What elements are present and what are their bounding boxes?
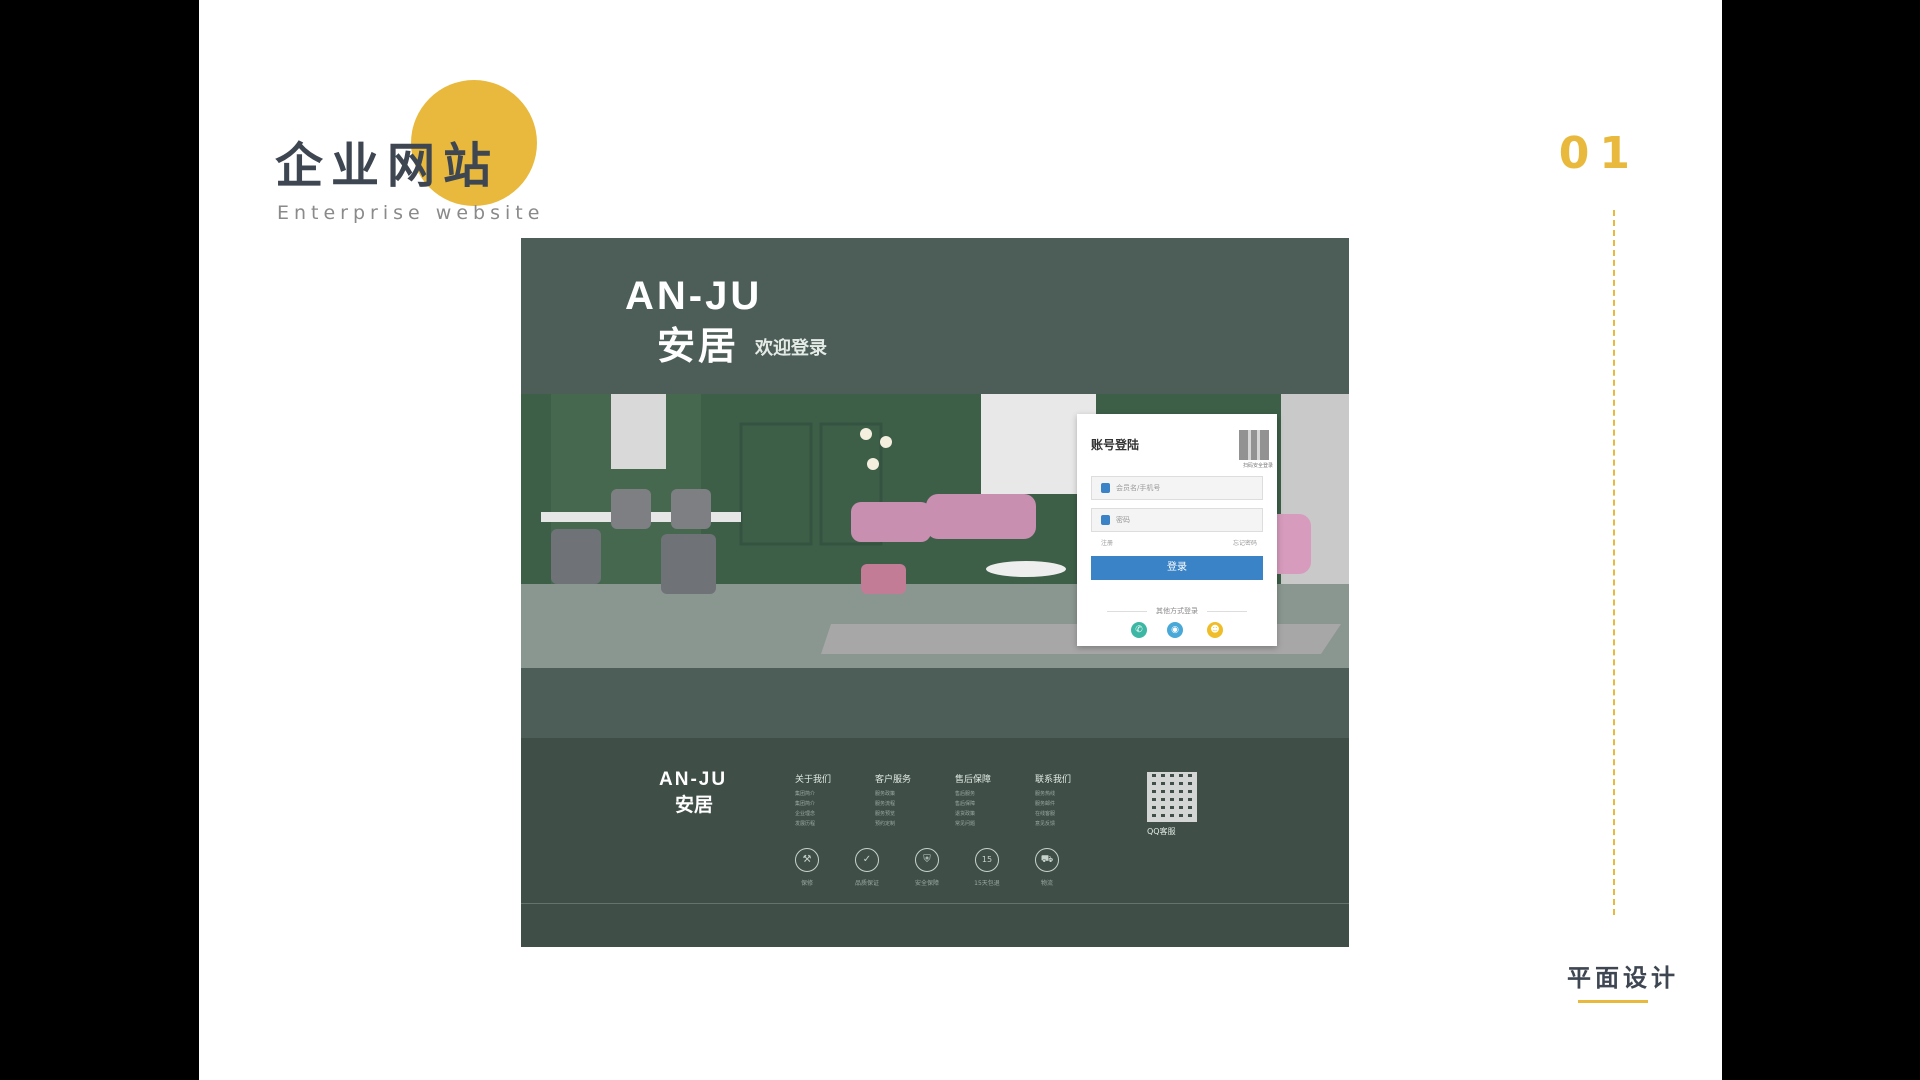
footer-column-title: 联系我们 <box>1035 775 1072 785</box>
footer-link[interactable]: 服务预览 <box>875 809 911 819</box>
password-placeholder: 密码 <box>1116 516 1130 524</box>
dashed-divider <box>1613 210 1615 915</box>
footer-link[interactable]: 退货政策 <box>955 809 991 819</box>
footer-link[interactable]: 服务政策 <box>875 789 911 799</box>
user-icon <box>1101 483 1110 493</box>
footer-link[interactable]: 企业理念 <box>795 809 831 819</box>
service-label: 安全保障 <box>914 880 939 887</box>
brand-logo-en[interactable]: AN-JU <box>625 274 762 319</box>
login-button[interactable]: 登录 <box>1091 556 1263 580</box>
service-label: 15天包退 <box>974 880 1000 887</box>
qr-caption: 扫码安全登录 <box>1242 463 1273 469</box>
username-placeholder: 会员名/手机号 <box>1116 484 1161 492</box>
mockup-footer: AN-JU 安居 关于我们 集团简介 集团简介 企业理念 发展历程 客户服务 服… <box>521 738 1349 947</box>
check-icon: ✓ <box>855 848 879 872</box>
lock-icon: ⛨ <box>915 848 939 872</box>
category-label: 平面设计 <box>1567 964 1679 992</box>
footer-column: 售后保障 售后服务 售后保障 退货政策 常见问题 <box>955 772 991 829</box>
login-title: 账号登陆 <box>1091 438 1140 452</box>
register-link[interactable]: 注册 <box>1101 538 1113 547</box>
category-underline <box>1578 1000 1648 1003</box>
service-label: 品质保证 <box>854 880 879 887</box>
welcome-text: 欢迎登录 <box>755 338 827 359</box>
login-panel: 账号登陆 扫码安全登录 会员名/手机号 密码 注册 忘记密码 登录 其他方式登录… <box>1077 414 1277 646</box>
brand-logo-cn[interactable]: 安居 <box>657 315 739 370</box>
footer-link[interactable]: 发展历程 <box>795 819 831 829</box>
service-label: 保修 <box>800 880 813 887</box>
slide: 企业网站 Enterprise website 01 平面设计 AN-JU 安居… <box>199 0 1722 1080</box>
footer-column-title: 客户服务 <box>875 775 912 785</box>
wechat-icon[interactable]: ✆ <box>1131 622 1147 638</box>
footer-link[interactable]: 集团简介 <box>795 799 831 809</box>
footer-column: 关于我们 集团简介 集团简介 企业理念 发展历程 <box>795 772 831 829</box>
footer-link[interactable]: 常见问题 <box>955 819 991 829</box>
hero-banner: 账号登陆 扫码安全登录 会员名/手机号 密码 注册 忘记密码 登录 其他方式登录… <box>521 394 1349 668</box>
wrench-icon: ⚒ <box>795 848 819 872</box>
slide-subtitle: Enterprise website <box>277 202 545 224</box>
footer-column: 联系我们 服务热线 服务邮件 在线客服 意见反馈 <box>1035 772 1071 829</box>
page-number: 01 <box>1558 128 1640 179</box>
footer-link[interactable]: 集团简介 <box>795 789 831 799</box>
other-login-label: 其他方式登录 <box>1156 607 1198 615</box>
footer-brand-cn: 安居 <box>675 794 714 816</box>
qr-label: QQ客服 <box>1147 827 1176 836</box>
footer-link[interactable]: 服务流程 <box>875 799 911 809</box>
footer-link[interactable]: 服务热线 <box>1035 789 1071 799</box>
username-input[interactable]: 会员名/手机号 <box>1091 476 1263 500</box>
footer-link[interactable]: 意见反馈 <box>1035 819 1071 829</box>
footer-link[interactable]: 在线客服 <box>1035 809 1071 819</box>
footer-divider <box>521 903 1349 904</box>
qr-code-icon <box>1147 772 1197 822</box>
qr-login-icon[interactable] <box>1239 430 1269 460</box>
footer-link[interactable]: 售后服务 <box>955 789 991 799</box>
footer-link[interactable]: 预约定制 <box>875 819 911 829</box>
password-input[interactable]: 密码 <box>1091 508 1263 532</box>
forgot-password-link[interactable]: 忘记密码 <box>1233 538 1257 547</box>
fifteen-days-icon: 15 <box>975 848 999 872</box>
footer-brand-en: AN-JU <box>659 769 728 790</box>
footer-link[interactable]: 售后保障 <box>955 799 991 809</box>
qq-icon[interactable]: ☻ <box>1207 622 1223 638</box>
service-label: 物流 <box>1040 880 1053 887</box>
slide-title: 企业网站 <box>275 138 500 194</box>
truck-icon: ⛟ <box>1035 848 1059 872</box>
footer-column: 客户服务 服务政策 服务流程 服务预览 预约定制 <box>875 772 911 829</box>
weibo-icon[interactable]: ◉ <box>1167 622 1183 638</box>
footer-column-title: 售后保障 <box>955 775 992 785</box>
footer-column-title: 关于我们 <box>795 775 832 785</box>
mockup-header: AN-JU 安居 欢迎登录 <box>521 238 1349 394</box>
footer-link[interactable]: 服务邮件 <box>1035 799 1071 809</box>
lock-icon <box>1101 515 1110 525</box>
website-mockup: AN-JU 安居 欢迎登录 账号登陆 扫码安全登录 会员名/手机号 密码 注册 … <box>521 238 1349 947</box>
